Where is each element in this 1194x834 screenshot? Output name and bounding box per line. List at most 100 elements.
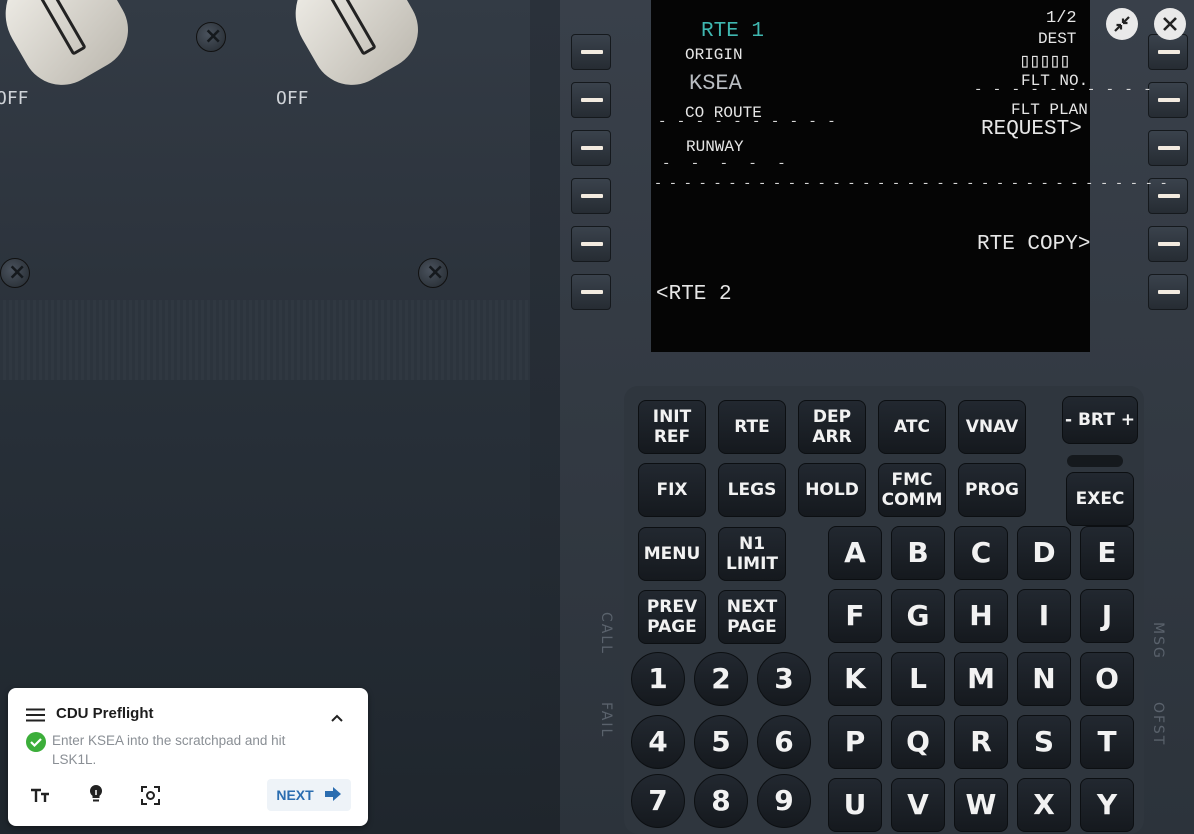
key-q[interactable]: Q <box>891 715 945 769</box>
next-label: NEXT <box>276 787 314 803</box>
lsk-3r[interactable] <box>1148 130 1188 166</box>
key-8[interactable]: 8 <box>694 774 748 828</box>
rotary-knob-right[interactable] <box>277 0 433 100</box>
rotary-knob-left[interactable] <box>0 0 143 100</box>
lsk-3l[interactable] <box>571 130 611 166</box>
hamburger-menu-icon[interactable] <box>26 707 45 722</box>
key-vnav[interactable]: VNAV <box>958 400 1026 454</box>
simulator-view: OFF OFF RTE 1 1/2 ORIGIN DEST KSEA ▯▯▯▯▯… <box>0 0 1194 834</box>
arrow-right-icon <box>324 786 342 805</box>
key-s[interactable]: S <box>1017 715 1071 769</box>
focus-view-icon[interactable] <box>141 786 160 805</box>
key-o[interactable]: O <box>1080 652 1134 706</box>
key-5[interactable]: 5 <box>694 715 748 769</box>
key-prog[interactable]: PROG <box>958 463 1026 517</box>
key-m[interactable]: M <box>954 652 1008 706</box>
key-fix[interactable]: FIX <box>638 463 706 517</box>
key-legs[interactable]: LEGS <box>718 463 786 517</box>
knob-off-label-left: OFF <box>0 88 29 109</box>
key-d[interactable]: D <box>1017 526 1071 580</box>
key-r[interactable]: R <box>954 715 1008 769</box>
lsk-6l[interactable] <box>571 274 611 310</box>
key-7[interactable]: 7 <box>631 774 685 828</box>
key-p[interactable]: P <box>828 715 882 769</box>
key-2[interactable]: 2 <box>694 652 748 706</box>
key-3[interactable]: 3 <box>757 652 811 706</box>
chevron-up-icon[interactable] <box>330 708 344 722</box>
origin-value: KSEA <box>689 71 742 96</box>
panel-screw <box>418 258 448 288</box>
text-size-icon[interactable] <box>30 786 50 804</box>
close-icon[interactable] <box>1154 8 1186 40</box>
key-menu[interactable]: MENU <box>638 527 706 581</box>
runway-dashes: - - - - - <box>662 156 792 172</box>
lsk-6r[interactable] <box>1148 274 1188 310</box>
page-title: RTE 1 <box>701 20 765 43</box>
dest-label: DEST <box>1038 30 1077 48</box>
lsk-5l[interactable] <box>571 226 611 262</box>
flt-no-dashes: - - - - - - - - - - <box>974 82 1153 98</box>
lsk-4l[interactable] <box>571 178 611 214</box>
lsk-1l[interactable] <box>571 34 611 70</box>
key-init-ref[interactable]: INIT REF <box>638 400 706 454</box>
origin-label: ORIGIN <box>685 46 743 64</box>
key-y[interactable]: Y <box>1080 778 1134 832</box>
key-w[interactable]: W <box>954 778 1008 832</box>
exec-light <box>1067 455 1123 467</box>
key-next-page[interactable]: NEXT PAGE <box>718 590 786 644</box>
key-i[interactable]: I <box>1017 589 1071 643</box>
key-a[interactable]: A <box>828 526 882 580</box>
screen-separator: - - - - - - - - - - - - - - - - - - - - … <box>654 177 1168 192</box>
key-v[interactable]: V <box>891 778 945 832</box>
msg-annunciator: MSG <box>1150 622 1166 660</box>
lsk-5r[interactable] <box>1148 226 1188 262</box>
collapse-arrows-icon[interactable] <box>1106 8 1138 40</box>
key-atc[interactable]: ATC <box>878 400 946 454</box>
next-button[interactable]: NEXT <box>267 779 351 811</box>
key-l[interactable]: L <box>891 652 945 706</box>
hint-bulb-icon[interactable] <box>88 784 104 804</box>
key-h[interactable]: H <box>954 589 1008 643</box>
key-prev-page[interactable]: PREV PAGE <box>638 590 706 644</box>
ofst-annunciator: OFST <box>1150 702 1166 747</box>
panel-grille <box>0 300 530 380</box>
call-annunciator: CALL <box>598 612 614 655</box>
key-u[interactable]: U <box>828 778 882 832</box>
key-e[interactable]: E <box>1080 526 1134 580</box>
key-f[interactable]: F <box>828 589 882 643</box>
key-brightness[interactable]: - BRT + <box>1062 396 1138 444</box>
key-g[interactable]: G <box>891 589 945 643</box>
tutorial-title: CDU Preflight <box>56 705 154 722</box>
key-n1-limit[interactable]: N1 LIMIT <box>718 527 786 581</box>
key-exec[interactable]: EXEC <box>1066 472 1134 526</box>
knob-off-label-right: OFF <box>276 88 309 109</box>
key-6[interactable]: 6 <box>757 715 811 769</box>
co-route-dashes: - - - - - - - - - - <box>658 114 837 130</box>
key-rte[interactable]: RTE <box>718 400 786 454</box>
tutorial-panel: CDU Preflight Enter KSEA into the scratc… <box>8 688 368 826</box>
key-n[interactable]: N <box>1017 652 1071 706</box>
key-c[interactable]: C <box>954 526 1008 580</box>
rte-copy-prompt: RTE COPY> <box>977 233 1091 256</box>
overhead-panel: OFF OFF <box>0 0 530 320</box>
key-dep-arr[interactable]: DEP ARR <box>798 400 866 454</box>
key-t[interactable]: T <box>1080 715 1134 769</box>
panel-screw <box>196 22 226 52</box>
dest-entry-boxes: ▯▯▯▯▯ <box>1019 51 1071 74</box>
key-b[interactable]: B <box>891 526 945 580</box>
request-prompt: REQUEST> <box>981 118 1082 141</box>
key-9[interactable]: 9 <box>757 774 811 828</box>
key-x[interactable]: X <box>1017 778 1071 832</box>
tutorial-instruction: Enter KSEA into the scratchpad and hit L… <box>52 733 286 767</box>
runway-label: RUNWAY <box>686 138 744 156</box>
key-1[interactable]: 1 <box>631 652 685 706</box>
key-k[interactable]: K <box>828 652 882 706</box>
key-4[interactable]: 4 <box>631 715 685 769</box>
key-j[interactable]: J <box>1080 589 1134 643</box>
key-fmc-comm[interactable]: FMC COMM <box>878 463 946 517</box>
lsk-2l[interactable] <box>571 82 611 118</box>
lsk-2r[interactable] <box>1148 82 1188 118</box>
flt-plan-label: FLT PLAN <box>1011 101 1088 119</box>
key-hold[interactable]: HOLD <box>798 463 866 517</box>
panel-screw <box>0 258 30 288</box>
